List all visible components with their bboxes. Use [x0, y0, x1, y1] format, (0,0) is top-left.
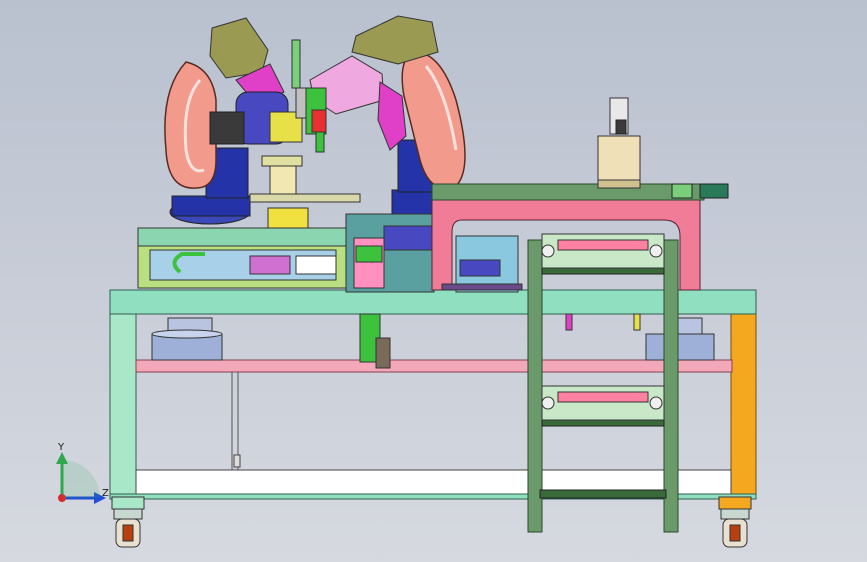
- middle-shelf: [135, 359, 733, 373]
- y-axis-label: Y: [57, 442, 65, 453]
- gantry-inner-module: [441, 235, 523, 293]
- cylinder-right: [645, 317, 715, 361]
- caster-left: [111, 496, 145, 548]
- rack-unit-upper: [541, 233, 665, 269]
- left-base-module: [137, 227, 349, 289]
- left-leg-front: [109, 289, 137, 496]
- bracket-under: [231, 372, 241, 470]
- rack-rods: [565, 313, 641, 331]
- caster-right: [718, 496, 752, 548]
- z-axis-label: Z: [102, 488, 109, 499]
- gantry-carriage: [597, 97, 641, 189]
- rack-unit-lower: [541, 385, 665, 421]
- center-mechanism: [345, 213, 435, 369]
- cylinder-left: [151, 317, 223, 361]
- right-leg: [730, 289, 757, 496]
- top-beam: [109, 289, 757, 315]
- axis-triad: [56, 452, 106, 504]
- cad-viewport[interactable]: Y Z: [0, 0, 867, 562]
- assembly-drawing: Y Z: [56, 15, 757, 548]
